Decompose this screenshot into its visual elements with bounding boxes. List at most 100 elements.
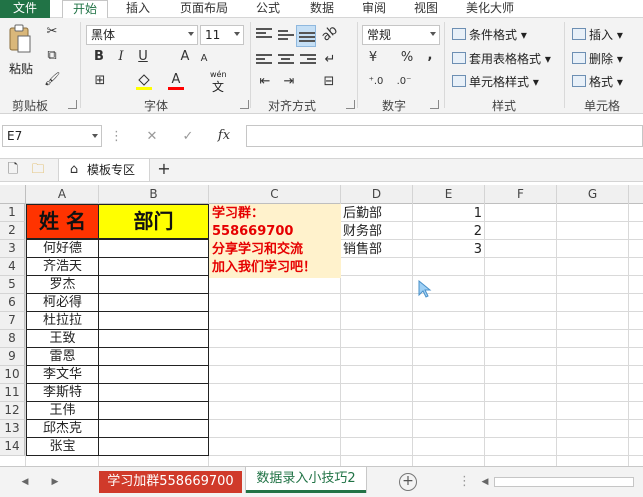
- folder-icon[interactable]: 🗀: [30, 162, 46, 178]
- template-tab[interactable]: ⌂ 模板专区: [58, 159, 150, 181]
- header-dept-cell[interactable]: 部门: [99, 204, 209, 239]
- font-size-select[interactable]: 11: [200, 25, 244, 45]
- name-cell[interactable]: 张宝: [26, 437, 99, 456]
- hscroll-left-icon[interactable]: ◀: [480, 474, 490, 490]
- percent-button[interactable]: %: [400, 50, 414, 66]
- phonetic-button[interactable]: wén 文: [208, 70, 228, 94]
- horizontal-scrollbar[interactable]: [494, 477, 634, 487]
- insert-cells-button[interactable]: 插入 ▾: [572, 26, 623, 44]
- name-cell[interactable]: 柯必得: [26, 293, 99, 312]
- file-menu[interactable]: 文件: [0, 0, 50, 18]
- sheet-tab-1[interactable]: 学习加群558669700: [99, 471, 242, 493]
- tab-beautify[interactable]: 美化大师: [466, 0, 514, 18]
- align-left-icon[interactable]: [256, 54, 272, 68]
- font-color-button[interactable]: A: [168, 72, 184, 90]
- underline-button[interactable]: U: [136, 49, 150, 65]
- row-header[interactable]: 12: [0, 402, 25, 420]
- row-header[interactable]: 8: [0, 330, 25, 348]
- clipboard-launcher[interactable]: [68, 100, 77, 109]
- currency-icon[interactable]: ¥: [364, 50, 382, 66]
- delete-cells-button[interactable]: 删除 ▾: [572, 50, 623, 68]
- orientation-icon[interactable]: ab: [319, 23, 342, 46]
- row-header[interactable]: 6: [0, 294, 25, 312]
- name-box[interactable]: E7: [2, 125, 102, 147]
- column-header-c[interactable]: C: [209, 185, 341, 204]
- increase-decimal-icon[interactable]: ⁺.0: [366, 74, 386, 90]
- align-top-icon[interactable]: [256, 28, 272, 42]
- decrease-decimal-icon[interactable]: .0⁻: [394, 74, 414, 90]
- tab-view[interactable]: 视图: [414, 0, 438, 18]
- dept-input-cell[interactable]: [98, 365, 209, 384]
- dept-input-cell[interactable]: [98, 275, 209, 294]
- dept-input-cell[interactable]: [98, 347, 209, 366]
- new-document-icon[interactable]: 🗋: [6, 162, 20, 178]
- header-name-cell[interactable]: 姓 名: [26, 204, 99, 239]
- border-icon[interactable]: ⊞: [92, 73, 108, 89]
- decrease-indent-icon[interactable]: ⇤: [256, 74, 274, 90]
- row-header[interactable]: 13: [0, 420, 25, 438]
- name-cell[interactable]: 李斯特: [26, 383, 99, 402]
- font-name-select[interactable]: 黑体: [86, 25, 198, 45]
- column-header-f[interactable]: F: [485, 185, 557, 204]
- column-header-e[interactable]: E: [413, 185, 485, 204]
- dept-cell[interactable]: 后勤部: [343, 205, 382, 222]
- row-header[interactable]: 10: [0, 366, 25, 384]
- fill-color-button[interactable]: [136, 72, 152, 90]
- column-header-a[interactable]: A: [26, 185, 99, 204]
- column-header-b[interactable]: B: [99, 185, 209, 204]
- align-right-icon[interactable]: [300, 54, 316, 68]
- name-cell[interactable]: 齐浩天: [26, 257, 99, 276]
- shrink-font-button[interactable]: A: [198, 51, 210, 67]
- formula-input[interactable]: [246, 125, 643, 147]
- comma-button[interactable]: ,: [424, 48, 436, 64]
- row-header[interactable]: 3: [0, 240, 25, 258]
- name-cell[interactable]: 何好德: [26, 239, 99, 258]
- dept-input-cell[interactable]: [98, 329, 209, 348]
- promo-block[interactable]: 学习群： 558669700 分享学习和交流 加入我们学习吧！: [209, 204, 341, 278]
- bold-button[interactable]: B: [92, 49, 106, 65]
- dept-input-cell[interactable]: [98, 239, 209, 258]
- tab-data[interactable]: 数据: [310, 0, 334, 18]
- dept-cell[interactable]: 财务部: [343, 223, 382, 240]
- name-cell[interactable]: 王伟: [26, 401, 99, 420]
- scroll-left-icon[interactable]: ◀: [20, 474, 30, 490]
- dept-input-cell[interactable]: [98, 401, 209, 420]
- tab-page-layout[interactable]: 页面布局: [180, 0, 228, 18]
- worksheet-grid[interactable]: 1 2 3 4 5 6 7 8 9 10 11 12 13 14 姓 名 部门 学习群： 55866970…: [0, 204, 643, 466]
- scroll-right-icon[interactable]: ▶: [50, 474, 60, 490]
- format-painter-icon[interactable]: 🖌: [44, 72, 61, 88]
- copy-icon[interactable]: ⧉: [44, 48, 60, 64]
- number-cell[interactable]: 2: [413, 223, 482, 240]
- cell-styles-button[interactable]: 单元格样式 ▾: [452, 73, 539, 91]
- increase-indent-icon[interactable]: ⇥: [280, 74, 298, 90]
- name-cell[interactable]: 李文华: [26, 365, 99, 384]
- conditional-format-button[interactable]: 条件格式 ▾: [452, 26, 527, 44]
- format-cells-button[interactable]: 格式 ▾: [572, 73, 623, 91]
- insert-function-icon[interactable]: fx: [214, 128, 234, 144]
- number-format-select[interactable]: 常规: [362, 25, 440, 45]
- dept-input-cell[interactable]: [98, 383, 209, 402]
- italic-button[interactable]: I: [114, 49, 128, 65]
- add-tab-button[interactable]: +: [156, 161, 172, 177]
- cut-icon[interactable]: ✂: [44, 24, 60, 40]
- align-middle-icon[interactable]: [278, 30, 294, 44]
- column-header-g[interactable]: G: [557, 185, 629, 204]
- tab-home[interactable]: 开始: [62, 0, 108, 19]
- wrap-text-icon[interactable]: ↵: [322, 52, 338, 68]
- row-header[interactable]: 2: [0, 222, 25, 240]
- name-cell[interactable]: 罗杰: [26, 275, 99, 294]
- dept-cell[interactable]: 销售部: [343, 241, 382, 258]
- paste-label[interactable]: 粘贴: [9, 60, 33, 78]
- dept-input-cell[interactable]: [98, 293, 209, 312]
- add-sheet-button[interactable]: +: [399, 473, 417, 491]
- number-cell[interactable]: 3: [413, 241, 482, 258]
- row-header[interactable]: 9: [0, 348, 25, 366]
- sheet-tab-2[interactable]: 数据录入小技巧2: [246, 467, 366, 493]
- row-header[interactable]: 5: [0, 276, 25, 294]
- dept-input-cell[interactable]: [98, 257, 209, 276]
- tab-formulas[interactable]: 公式: [256, 0, 280, 18]
- font-launcher[interactable]: [240, 100, 249, 109]
- select-all-corner[interactable]: [0, 185, 26, 204]
- alignment-launcher[interactable]: [346, 100, 355, 109]
- grow-font-button[interactable]: A: [178, 49, 192, 65]
